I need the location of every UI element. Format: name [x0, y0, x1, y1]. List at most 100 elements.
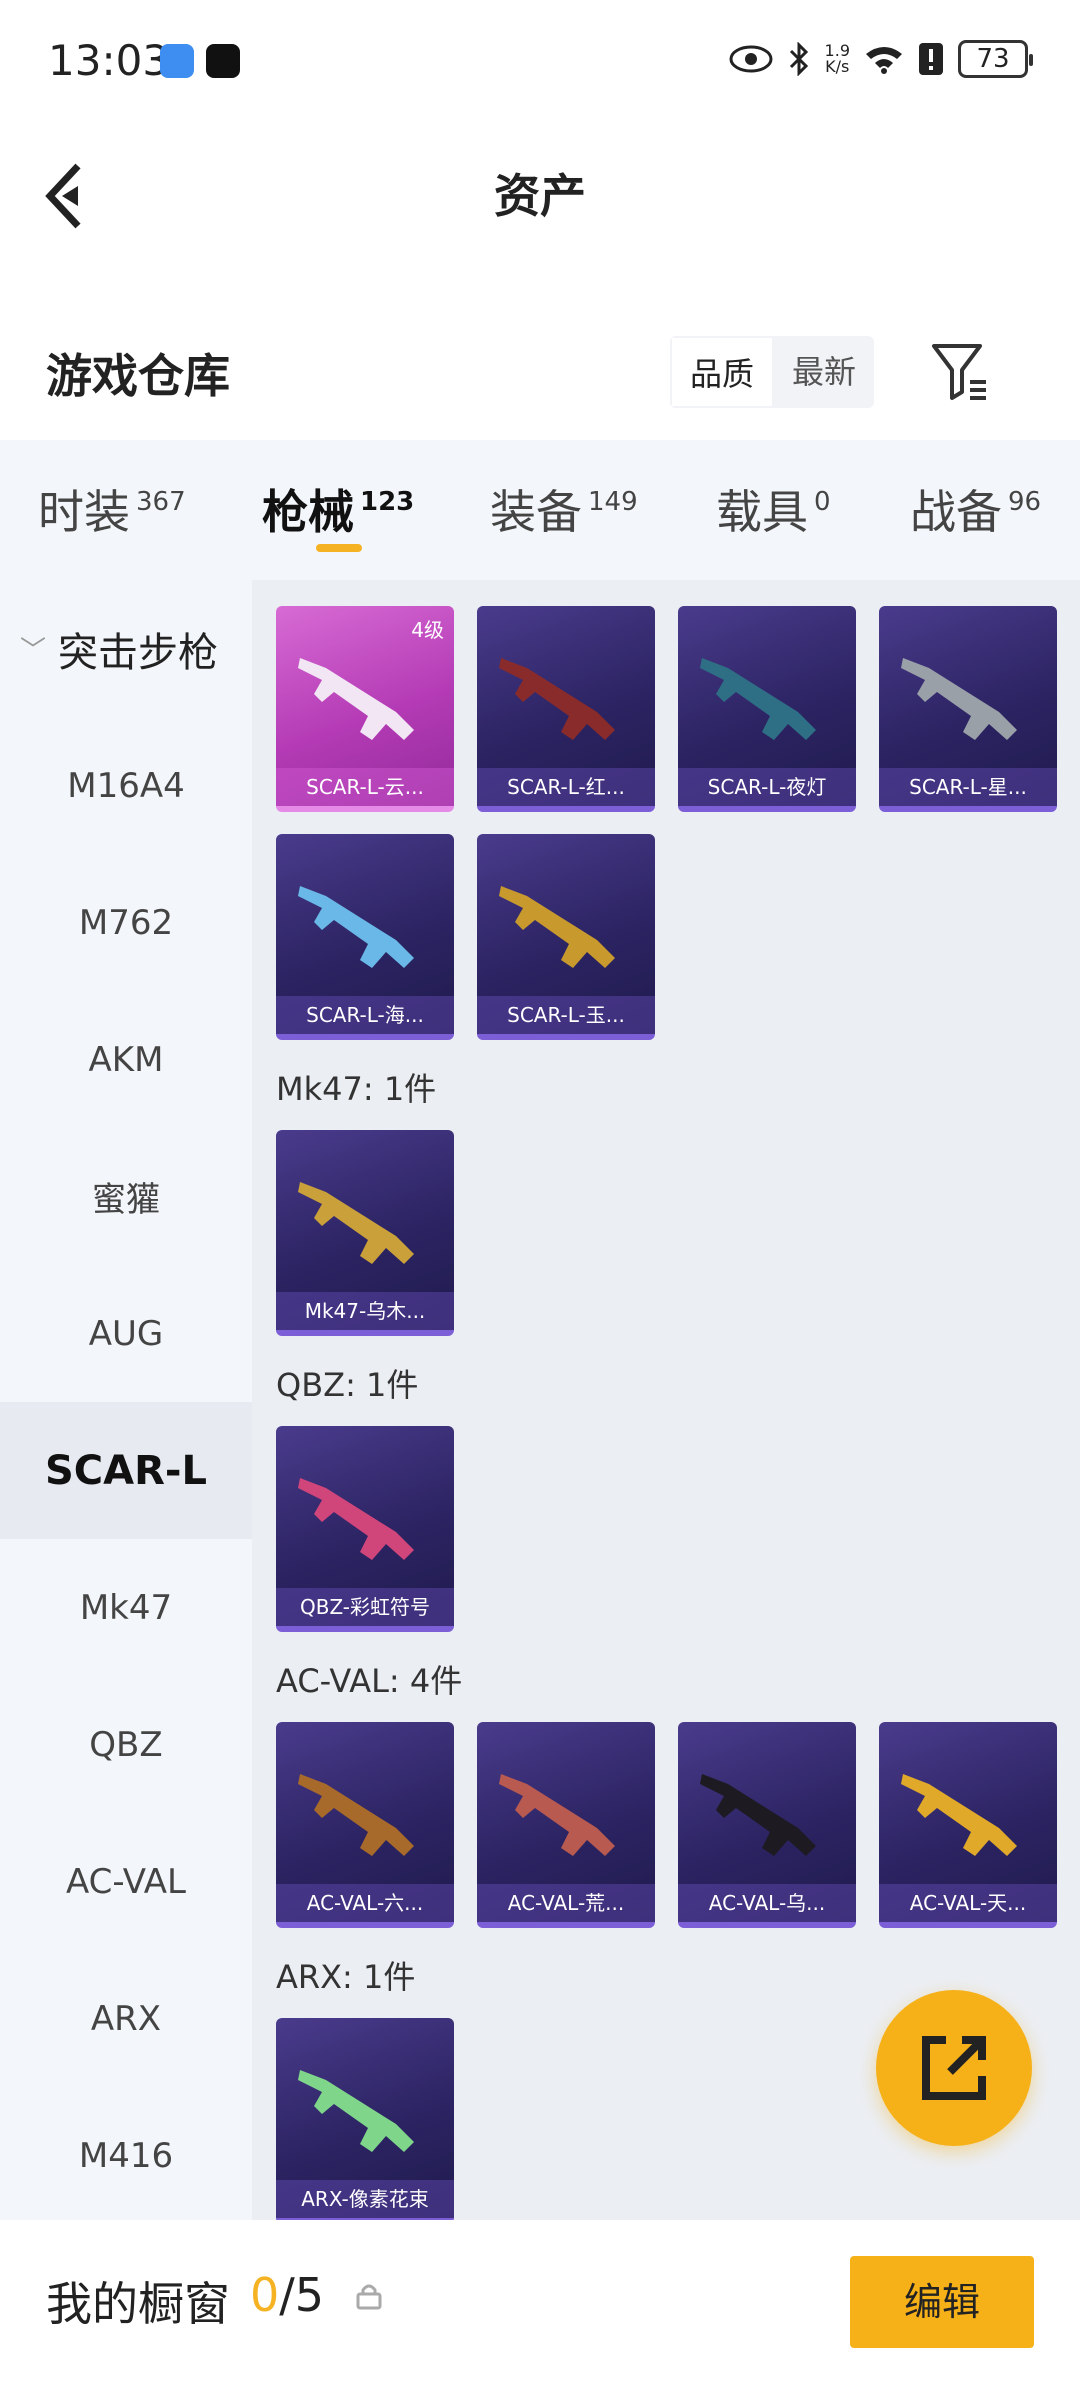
skin-label: SCAR-L-云...	[276, 768, 454, 806]
chevron-down-icon: ﹀	[20, 636, 47, 666]
skin-card[interactable]: QBZ-彩虹符号	[276, 1426, 454, 1632]
rifle-icon	[499, 1774, 615, 1856]
filter-icon[interactable]	[930, 340, 990, 404]
rifle-icon	[499, 658, 615, 740]
skin-card[interactable]: AC-VAL-乌...	[678, 1722, 856, 1928]
skin-label: SCAR-L-红...	[477, 768, 655, 806]
tab-label: 载具	[716, 485, 808, 539]
tab-count: 149	[588, 487, 638, 517]
sort-toggle: 品质 最新	[670, 336, 875, 408]
sidebar-item-ac-val[interactable]: AC-VAL	[0, 1813, 252, 1950]
tab-vehicles[interactable]: 载具 0	[716, 476, 831, 542]
skin-label: SCAR-L-海...	[276, 996, 454, 1034]
tab-label: 战备	[910, 485, 1002, 539]
sort-latest-button[interactable]: 最新	[774, 336, 874, 408]
alert-icon	[919, 43, 943, 75]
network-speed: 1.9 K/s	[825, 43, 850, 75]
tab-label: 装备	[490, 485, 582, 539]
status-icons: 1.9 K/s 73	[729, 40, 1033, 78]
sidebar-item-honey-badger[interactable]: 蜜獾	[0, 1128, 252, 1265]
skin-card[interactable]: AC-VAL-天...	[879, 1722, 1057, 1928]
showcase-current: 0	[250, 2268, 280, 2322]
speed-unit: K/s	[825, 57, 850, 76]
sidebar-group-assault-rifles[interactable]: ﹀ 突击步枪	[0, 580, 252, 717]
bluetooth-icon	[789, 42, 808, 76]
skin-card[interactable]: Mk47-乌木...	[276, 1130, 454, 1336]
skin-label: Mk47-乌木...	[276, 1292, 454, 1330]
skin-card[interactable]: SCAR-L-海...	[276, 834, 454, 1040]
skin-card[interactable]: 4级 SCAR-L-云...	[276, 606, 454, 812]
skin-label: AC-VAL-乌...	[678, 1884, 856, 1922]
page-header: 资产	[0, 120, 1080, 260]
skin-label: AC-VAL-天...	[879, 1884, 1057, 1922]
sidebar-item-arx[interactable]: ARX	[0, 1950, 252, 2087]
rifle-icon	[298, 886, 414, 968]
tab-count: 0	[814, 487, 831, 517]
group-heading-mk47: Mk47: 1件	[276, 1070, 437, 1108]
rifle-icon	[298, 1774, 414, 1856]
category-tabs: 时装 367 枪械 123 装备 149 载具 0 战备 96	[0, 440, 1080, 580]
sidebar-item-mk47[interactable]: Mk47	[0, 1539, 252, 1676]
lock-icon	[356, 2284, 382, 2310]
sidebar-item-m416[interactable]: M416	[0, 2087, 252, 2224]
sort-quality-button[interactable]: 品质	[670, 336, 775, 408]
tab-count: 367	[136, 487, 186, 517]
wifi-icon	[866, 47, 902, 74]
skin-label: ARX-像素花束	[276, 2180, 454, 2218]
skin-card[interactable]: SCAR-L-玉...	[477, 834, 655, 1040]
skin-card[interactable]: AC-VAL-荒...	[477, 1722, 655, 1928]
skin-label: AC-VAL-荒...	[477, 1884, 655, 1922]
skin-card[interactable]: AC-VAL-六...	[276, 1722, 454, 1928]
rifle-icon	[901, 1774, 1017, 1856]
sidebar-item-akm[interactable]: AKM	[0, 991, 252, 1128]
showcase-title: 我的橱窗	[46, 2277, 230, 2331]
rifle-icon	[700, 1774, 816, 1856]
rifle-icon	[298, 658, 414, 740]
rifle-icon	[499, 886, 615, 968]
tab-equipment[interactable]: 装备 149	[490, 476, 638, 542]
sidebar-item-aug[interactable]: AUG	[0, 1265, 252, 1402]
rifle-icon	[700, 658, 816, 740]
skin-label: QBZ-彩虹符号	[276, 1588, 454, 1626]
edit-button[interactable]: 编辑	[850, 2256, 1034, 2348]
tab-weapons[interactable]: 枪械 123	[262, 476, 414, 542]
tab-supplies[interactable]: 战备 96	[910, 476, 1041, 542]
group-heading-ac-val: AC-VAL: 4件	[276, 1662, 463, 1700]
status-time: 13:03	[48, 36, 170, 85]
bluetooth-app-icon	[160, 44, 194, 78]
rifle-icon	[901, 658, 1017, 740]
tab-count: 96	[1008, 487, 1042, 517]
weapon-type-sidebar: ﹀ 突击步枪 M16A4 M762 AKM 蜜獾 AUG SCAR-L Mk47 …	[0, 580, 252, 2220]
sidebar-item-m16a4[interactable]: M16A4	[0, 717, 252, 854]
skin-grid: 4级 SCAR-L-云... SCAR-L-红... SCAR-L-夜灯 SCA…	[252, 580, 1080, 2220]
skin-label: SCAR-L-星...	[879, 768, 1057, 806]
showcase-bar: 我的橱窗 0/5 编辑	[0, 2220, 1080, 2382]
showcase-count: 0/5	[250, 2268, 324, 2322]
sidebar-item-scar-l[interactable]: SCAR-L	[0, 1402, 252, 1539]
eye-icon	[729, 45, 773, 73]
active-tab-indicator	[316, 544, 362, 552]
skin-label: AC-VAL-六...	[276, 1884, 454, 1922]
skin-card[interactable]: SCAR-L-星...	[879, 606, 1057, 812]
tab-fashion[interactable]: 时装 367	[38, 476, 186, 542]
tiktok-app-icon	[206, 44, 240, 78]
page-title: 资产	[494, 169, 586, 223]
status-bar: 13:03 1.9 K/s 73	[0, 0, 1080, 120]
skin-card[interactable]: SCAR-L-红...	[477, 606, 655, 812]
sidebar-group-label: 突击步枪	[58, 629, 219, 676]
warehouse-title: 游戏仓库	[46, 349, 230, 403]
skin-card[interactable]: ARX-像素花束	[276, 2018, 454, 2220]
tab-count: 123	[360, 487, 415, 517]
sidebar-item-qbz[interactable]: QBZ	[0, 1676, 252, 1813]
share-icon	[922, 2036, 986, 2100]
group-heading-arx: ARX: 1件	[276, 1958, 416, 1996]
tab-label: 时装	[38, 485, 130, 539]
rifle-icon	[298, 1182, 414, 1264]
showcase-total: /5	[279, 2268, 325, 2322]
rifle-icon	[298, 2070, 414, 2152]
share-button[interactable]	[876, 1990, 1032, 2146]
battery-indicator: 73	[958, 40, 1033, 78]
sidebar-item-m762[interactable]: M762	[0, 854, 252, 991]
skin-label: SCAR-L-夜灯	[678, 768, 856, 806]
skin-card[interactable]: SCAR-L-夜灯	[678, 606, 856, 812]
